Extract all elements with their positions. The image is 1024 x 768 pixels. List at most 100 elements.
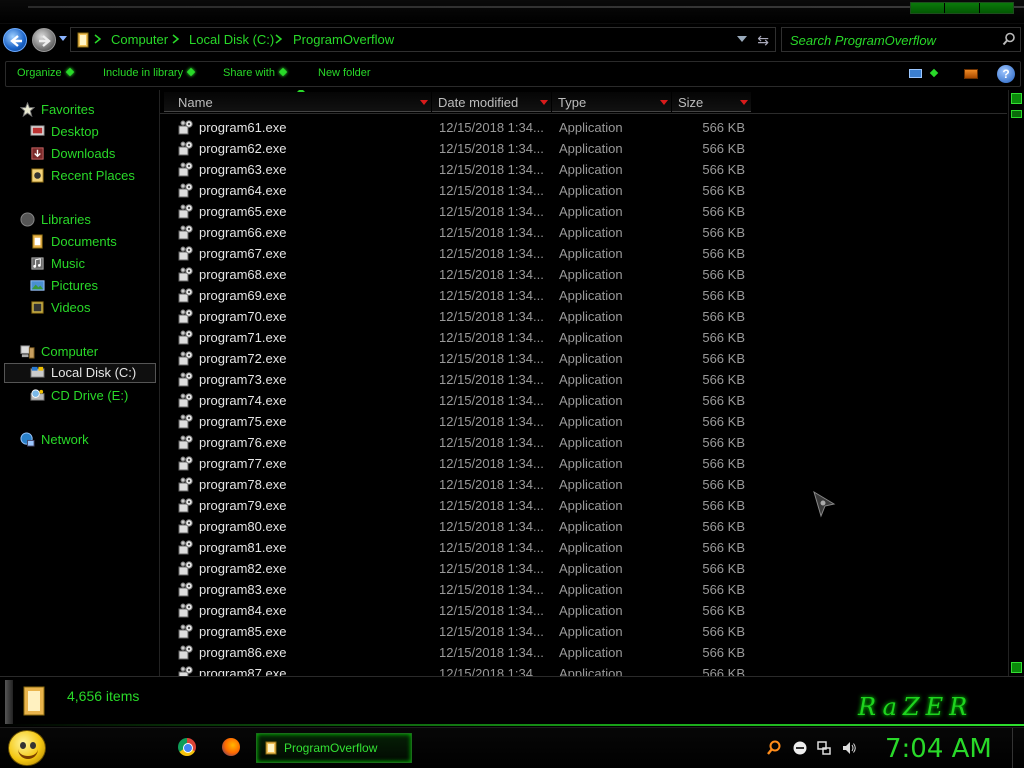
search-icon[interactable]: [1002, 32, 1016, 46]
title-bar[interactable]: [0, 0, 1024, 24]
nav-favorites[interactable]: Favorites: [0, 100, 156, 120]
new-folder-button[interactable]: New folder: [318, 67, 371, 79]
share-with-button[interactable]: Share with: [223, 67, 288, 79]
file-row[interactable]: program82.exe 12/15/2018 1:34... Applicati…: [160, 558, 1007, 579]
file-row[interactable]: program74.exe 12/15/2018 1:34... Applicati…: [160, 390, 1007, 411]
breadcrumb-programoverflow[interactable]: ProgramOverflow: [293, 32, 394, 47]
file-row[interactable]: program69.exe 12/15/2018 1:34... Applicati…: [160, 285, 1007, 306]
exe-file-icon: [178, 561, 193, 576]
breadcrumb-separator-icon[interactable]: [93, 33, 105, 45]
file-row[interactable]: program86.exe 12/15/2018 1:34... Applicati…: [160, 642, 1007, 663]
scrollbar-thumb[interactable]: [1011, 110, 1022, 118]
dropdown-icon: [65, 67, 74, 77]
show-desktop-button[interactable]: [1012, 728, 1024, 768]
file-row[interactable]: program87.exe 12/15/2018 1:34... Applicati…: [160, 663, 1007, 676]
file-row[interactable]: program68.exe 12/15/2018 1:34... Applicati…: [160, 264, 1007, 285]
minimize-button[interactable]: [911, 3, 946, 13]
column-filter-dropdown-icon[interactable]: [660, 100, 668, 105]
search-icon[interactable]: [766, 740, 782, 756]
nav-computer[interactable]: Computer: [0, 342, 156, 362]
minus-circle-icon[interactable]: [792, 740, 808, 756]
file-row[interactable]: program66.exe 12/15/2018 1:34... Applicati…: [160, 222, 1007, 243]
exe-file-icon: [178, 498, 193, 513]
nav-network[interactable]: Network: [0, 430, 156, 450]
refresh-icon[interactable]: ⇆: [757, 32, 769, 49]
nav-pictures[interactable]: Pictures: [0, 276, 156, 296]
column-header-date-modified[interactable]: Date modified: [432, 92, 551, 112]
breadcrumb-separator-icon[interactable]: [274, 33, 286, 45]
firefox-icon[interactable]: [222, 738, 240, 756]
volume-icon[interactable]: [841, 740, 857, 756]
file-name: program81.exe: [199, 540, 287, 555]
clock[interactable]: 7:04 AM: [885, 734, 992, 764]
file-name: program74.exe: [199, 393, 287, 408]
view-options-dropdown-icon[interactable]: [929, 68, 939, 78]
file-size: 566 KB: [702, 330, 745, 345]
file-row[interactable]: program71.exe 12/15/2018 1:34... Applicati…: [160, 327, 1007, 348]
file-row[interactable]: program80.exe 12/15/2018 1:34... Applicati…: [160, 516, 1007, 537]
nav-documents[interactable]: Documents: [0, 232, 156, 252]
breadcrumb-separator-icon[interactable]: [171, 33, 183, 45]
file-row[interactable]: program61.exe 12/15/2018 1:34... Applicati…: [160, 117, 1007, 138]
scroll-up-button[interactable]: [1011, 93, 1022, 104]
taskbar-button-explorer[interactable]: ProgramOverflow: [256, 733, 412, 763]
file-size: 566 KB: [702, 540, 745, 555]
change-view-icon[interactable]: [909, 69, 922, 78]
organize-button[interactable]: Organize: [17, 67, 74, 79]
file-row[interactable]: program76.exe 12/15/2018 1:34... Applicati…: [160, 432, 1007, 453]
close-button[interactable]: [979, 3, 1013, 13]
file-row[interactable]: program83.exe 12/15/2018 1:34... Applicati…: [160, 579, 1007, 600]
file-row[interactable]: program73.exe 12/15/2018 1:34... Applicati…: [160, 369, 1007, 390]
nav-videos[interactable]: Videos: [0, 298, 156, 318]
file-row[interactable]: program79.exe 12/15/2018 1:34... Applicati…: [160, 495, 1007, 516]
column-header-size[interactable]: Size: [672, 92, 751, 112]
back-button[interactable]: [3, 28, 27, 52]
breadcrumb-local-disk[interactable]: Local Disk (C:): [189, 32, 274, 47]
recent-pages-dropdown[interactable]: [59, 36, 67, 41]
file-row[interactable]: program67.exe 12/15/2018 1:34... Applicati…: [160, 243, 1007, 264]
include-in-library-button[interactable]: Include in library: [103, 67, 196, 79]
file-row[interactable]: program65.exe 12/15/2018 1:34... Applicati…: [160, 201, 1007, 222]
network-tray-icon[interactable]: [816, 740, 832, 756]
nav-downloads[interactable]: Downloads: [0, 144, 156, 164]
column-header-type[interactable]: Type: [552, 92, 671, 112]
help-icon[interactable]: ?: [997, 65, 1015, 83]
scroll-down-button[interactable]: [1011, 662, 1022, 673]
file-row[interactable]: program64.exe 12/15/2018 1:34... Applicati…: [160, 180, 1007, 201]
maximize-button[interactable]: [945, 3, 980, 13]
file-row[interactable]: program81.exe 12/15/2018 1:34... Applicati…: [160, 537, 1007, 558]
nav-desktop[interactable]: Desktop: [0, 122, 156, 142]
vertical-scrollbar[interactable]: [1008, 90, 1024, 676]
start-button[interactable]: [8, 730, 46, 766]
exe-file-icon: [178, 540, 193, 555]
preview-pane-icon[interactable]: [964, 69, 978, 79]
file-row[interactable]: program75.exe 12/15/2018 1:34... Applicati…: [160, 411, 1007, 432]
file-row[interactable]: program70.exe 12/15/2018 1:34... Applicati…: [160, 306, 1007, 327]
chrome-icon[interactable]: [178, 738, 196, 756]
file-row[interactable]: program62.exe 12/15/2018 1:34... Applicati…: [160, 138, 1007, 159]
nav-cd-drive[interactable]: CD Drive (E:): [0, 386, 156, 406]
nav-documents-label: Documents: [51, 234, 117, 249]
file-row[interactable]: program85.exe 12/15/2018 1:34... Applicati…: [160, 621, 1007, 642]
column-filter-dropdown-icon[interactable]: [740, 100, 748, 105]
address-bar[interactable]: Computer Local Disk (C:) ProgramOverflow…: [70, 27, 776, 52]
file-date-modified: 12/15/2018 1:34...: [439, 162, 544, 177]
file-row[interactable]: program84.exe 12/15/2018 1:34... Applicati…: [160, 600, 1007, 621]
file-name: program67.exe: [199, 246, 287, 261]
nav-music[interactable]: Music: [0, 254, 156, 274]
file-row[interactable]: program63.exe 12/15/2018 1:34... Applicati…: [160, 159, 1007, 180]
breadcrumb-computer[interactable]: Computer: [111, 32, 168, 47]
search-input[interactable]: [790, 31, 1000, 49]
file-row[interactable]: program78.exe 12/15/2018 1:34... Applicati…: [160, 474, 1007, 495]
column-filter-dropdown-icon[interactable]: [420, 100, 428, 105]
forward-button[interactable]: [32, 28, 56, 52]
file-row[interactable]: program72.exe 12/15/2018 1:34... Applicati…: [160, 348, 1007, 369]
nav-recent-places[interactable]: Recent Places: [0, 166, 156, 186]
column-header-name[interactable]: Name: [164, 92, 431, 112]
file-date-modified: 12/15/2018 1:34...: [439, 666, 544, 676]
address-dropdown-icon[interactable]: [737, 36, 747, 42]
column-filter-dropdown-icon[interactable]: [540, 100, 548, 105]
nav-libraries[interactable]: Libraries: [0, 210, 156, 230]
file-row[interactable]: program77.exe 12/15/2018 1:34... Applicati…: [160, 453, 1007, 474]
nav-local-disk[interactable]: Local Disk (C:): [4, 363, 156, 383]
